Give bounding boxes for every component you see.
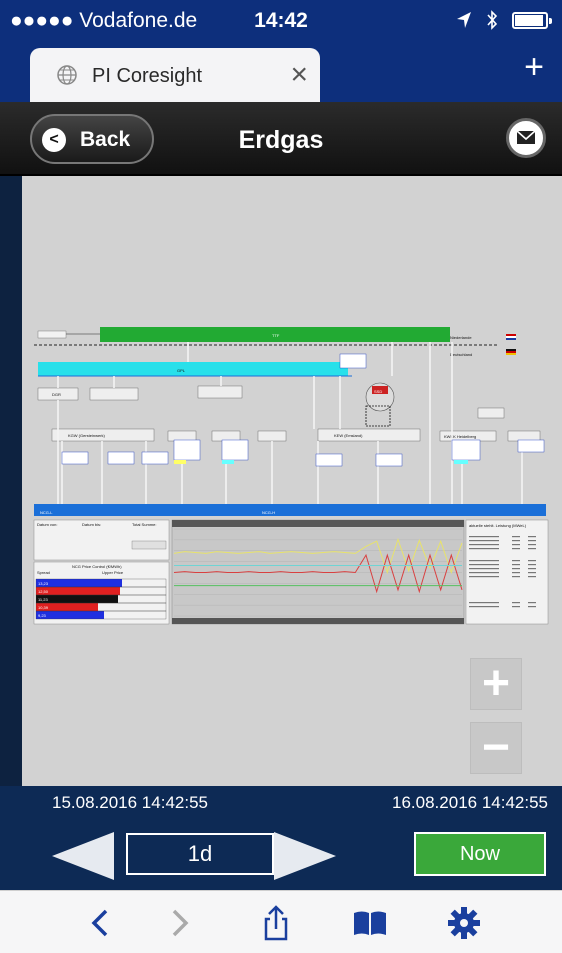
list-panel-title: aktuelle stehlt. Leistung (MWeL) xyxy=(469,523,527,528)
dgr-label: DGR xyxy=(52,392,61,397)
price-row-1: 13,23 xyxy=(38,581,49,586)
share-icon xyxy=(264,905,288,941)
ttf-label: TTF xyxy=(272,333,280,338)
status-bar: ●●●●● Vodafone.de 14:42 xyxy=(0,0,562,40)
browser-toolbar xyxy=(0,890,562,953)
gpl-bar xyxy=(38,362,348,376)
price-row-3: 11,23 xyxy=(38,597,48,602)
book-icon xyxy=(354,911,386,935)
location-icon xyxy=(457,12,471,28)
end-time: 16.08.2016 14:42:55 xyxy=(392,793,548,812)
zoom-out-button[interactable]: − xyxy=(470,722,522,774)
gear-icon xyxy=(448,907,480,939)
chevron-right-icon xyxy=(172,909,189,937)
envelope-icon xyxy=(516,130,536,144)
process-display: TTF Niederlande Deutschland GPL DGR KGW … xyxy=(22,176,562,786)
zoom-in-button[interactable]: + xyxy=(470,658,522,710)
page-title: Erdgas xyxy=(238,126,324,154)
mail-button[interactable] xyxy=(506,118,546,158)
next-period-button[interactable] xyxy=(274,832,336,880)
ncg-bar xyxy=(34,504,546,516)
datum-von-label: Datum von: xyxy=(37,522,57,527)
deutschland-label: Deutschland xyxy=(450,352,472,357)
app-header: < Back Erdgas xyxy=(0,102,562,176)
close-tab-button[interactable]: × xyxy=(290,58,308,92)
time-range-bar: 15.08.2016 14:42:55 16.08.2016 14:42:55 xyxy=(0,786,562,820)
kgw-label: KGW (Gersteinwerk) xyxy=(68,433,106,438)
total-summe-label: Total Summe: xyxy=(132,522,156,527)
bluetooth-icon xyxy=(487,10,498,30)
browser-tab[interactable]: PI Coresight × xyxy=(30,48,320,102)
chevron-left-icon xyxy=(91,909,108,937)
spread-label: Spread xyxy=(37,570,50,575)
tab-title: PI Coresight xyxy=(92,65,203,87)
time-range-selector[interactable]: 1d xyxy=(126,833,274,875)
ncg-l-label: NCG-L xyxy=(40,510,53,515)
status-icons xyxy=(456,10,552,30)
forward-nav-button[interactable] xyxy=(160,903,200,943)
share-button[interactable] xyxy=(256,903,296,943)
bookmarks-button[interactable] xyxy=(350,903,390,943)
price-row-2: 12,50 xyxy=(38,589,49,594)
settings-button[interactable] xyxy=(444,903,484,943)
price-row-4: 10,39 xyxy=(38,605,49,610)
previous-period-button[interactable] xyxy=(52,832,114,880)
price-row-5: 9,23 xyxy=(38,613,47,618)
ncg-h-label: NCG-H xyxy=(262,510,275,515)
ssd-label: SSD xyxy=(374,389,382,394)
now-button[interactable]: Now xyxy=(414,832,546,876)
start-time: 15.08.2016 14:42:55 xyxy=(52,793,208,812)
kwkk-label: KWKK Heidelberg xyxy=(444,434,476,439)
price-panel-title: NCG Price Control (€/MWh) xyxy=(72,564,122,569)
battery-icon xyxy=(512,11,552,29)
gpl-label: GPL xyxy=(177,368,186,373)
new-tab-button[interactable]: + xyxy=(524,48,544,87)
time-controls: 1d Now xyxy=(0,820,562,890)
browser-tab-strip: PI Coresight × + xyxy=(0,40,562,102)
niederlande-label: Niederlande xyxy=(450,335,472,340)
upper-price-label: Upper Price xyxy=(102,570,124,575)
kew-label: KEW (Emsland) xyxy=(334,433,363,438)
globe-icon xyxy=(57,65,77,85)
back-nav-button[interactable] xyxy=(80,903,120,943)
datum-bis-label: Datum bis: xyxy=(82,522,101,527)
